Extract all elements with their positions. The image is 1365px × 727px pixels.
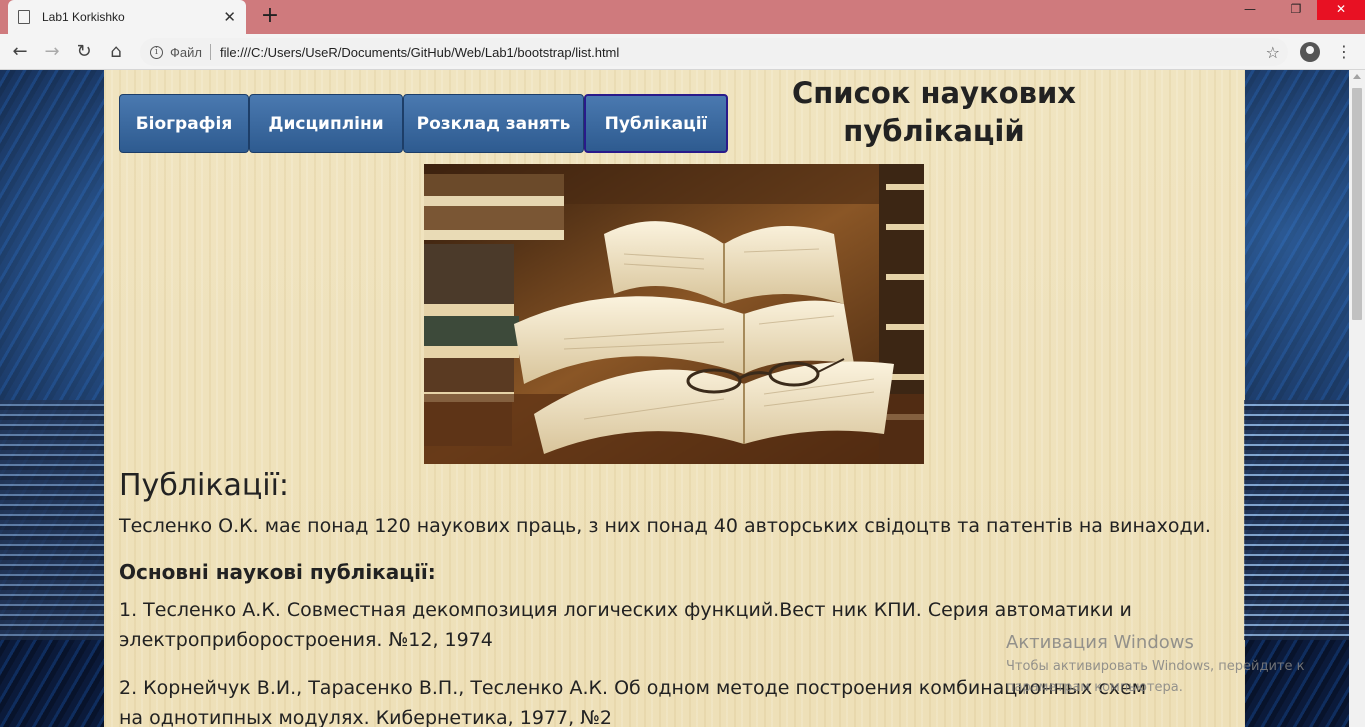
- books-image: [424, 164, 924, 464]
- window-titlebar: Lab1 Korkishko ✕ + — ❐ ✕: [0, 0, 1365, 34]
- page-title-line2: публікацій: [843, 114, 1025, 148]
- back-icon[interactable]: ←: [8, 40, 32, 64]
- tab-title: Lab1 Korkishko: [42, 10, 125, 24]
- browser-tab[interactable]: Lab1 Korkishko ✕: [8, 0, 246, 34]
- tab-close-icon[interactable]: ✕: [223, 8, 236, 26]
- maximize-button[interactable]: ❐: [1273, 0, 1319, 20]
- page-title-line1: Список наукових: [791, 76, 1077, 110]
- address-bar[interactable]: i Файл file:///C:/Users/UseR/Documents/G…: [140, 38, 1288, 66]
- vertical-scrollbar[interactable]: [1349, 70, 1365, 727]
- browser-toolbar: ← → ↻ ⌂ i Файл file:///C:/Users/UseR/Doc…: [0, 34, 1365, 70]
- scrollbar-thumb[interactable]: [1352, 88, 1362, 320]
- home-icon[interactable]: ⌂: [104, 40, 128, 64]
- close-window-button[interactable]: ✕: [1317, 0, 1365, 20]
- new-tab-button[interactable]: +: [258, 4, 282, 28]
- activation-title: Активация Windows: [1006, 632, 1194, 653]
- windows-activation-watermark: Активация Windows Чтобы активировать Win…: [1006, 632, 1336, 698]
- star-icon[interactable]: ☆: [1266, 43, 1280, 62]
- page-viewport: Біографія Дисципліни Розклад занять Публ…: [0, 70, 1349, 727]
- url-text[interactable]: file:///C:/Users/UseR/Documents/GitHub/W…: [220, 45, 1266, 60]
- nav-tabs: Біографія Дисципліни Розклад занять Публ…: [119, 94, 728, 153]
- page-container: Біографія Дисципліни Розклад занять Публ…: [104, 70, 1245, 727]
- tab-biography[interactable]: Біографія: [119, 94, 249, 153]
- menu-icon[interactable]: ⋮: [1336, 42, 1352, 62]
- document-icon: [18, 10, 30, 24]
- main-publications-title: Основні наукові публікації:: [119, 560, 436, 584]
- scheme-label: Файл: [170, 44, 202, 60]
- activation-subtitle: Чтобы активировать Windows, перейдите к …: [1006, 659, 1305, 695]
- profile-icon[interactable]: [1300, 42, 1320, 62]
- tab-publications[interactable]: Публікації: [584, 94, 728, 153]
- scroll-up-icon[interactable]: [1353, 74, 1361, 79]
- divider: [209, 44, 211, 60]
- lead-paragraph: Тесленко О.К. має понад 120 наукових пра…: [119, 515, 1211, 537]
- reload-icon[interactable]: ↻: [72, 40, 96, 64]
- page-title: Список наукових публікацій: [784, 74, 1084, 150]
- forward-icon[interactable]: →: [40, 40, 64, 64]
- minimize-button[interactable]: —: [1227, 0, 1273, 20]
- section-title: Публікації:: [119, 468, 290, 503]
- tab-disciplines[interactable]: Дисципліни: [249, 94, 403, 153]
- info-icon[interactable]: i: [150, 45, 163, 59]
- tab-schedule[interactable]: Розклад занять: [403, 94, 584, 153]
